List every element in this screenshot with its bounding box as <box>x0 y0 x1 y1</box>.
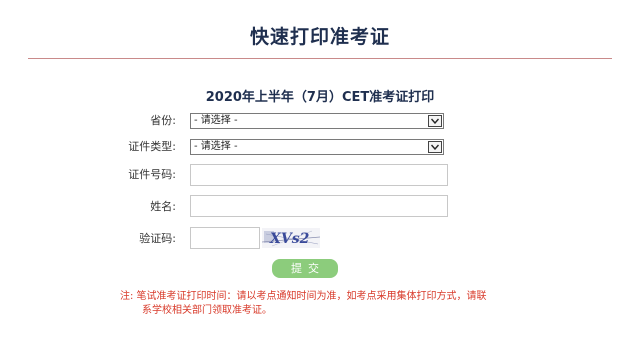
province-label: 省份: <box>150 114 176 127</box>
title-divider <box>28 58 612 59</box>
id-number-input[interactable] <box>190 164 448 186</box>
chevron-down-icon <box>428 115 442 127</box>
print-time-note: 注: 笔试准考证打印时间：请以考点通知时间为准，如考点采用集体打印方式，请联 系… <box>120 290 520 318</box>
note-line-1: 注: 笔试准考证打印时间：请以考点通知时间为准，如考点采用集体打印方式，请联 <box>120 291 487 302</box>
name-label: 姓名: <box>150 200 176 213</box>
province-select[interactable]: - 请选择 - <box>190 113 444 129</box>
captcha-label: 验证码: <box>139 232 176 245</box>
name-input[interactable] <box>190 195 448 217</box>
captcha-text: XVs2 <box>269 231 310 247</box>
id-number-label: 证件号码: <box>128 168 176 181</box>
captcha-image[interactable]: XVs2 <box>261 228 321 248</box>
note-line-2: 系学校相关部门领取准考证。 <box>142 305 272 316</box>
captcha-input[interactable] <box>190 227 260 249</box>
form-title: 2020年上半年（7月）CET准考证打印 <box>205 90 435 105</box>
id-type-select-value: - 请选择 - <box>194 141 238 152</box>
province-select-value: - 请选择 - <box>194 115 238 126</box>
print-admission-page: 快速打印准考证 2020年上半年（7月）CET准考证打印 省份: - 请选择 -… <box>0 0 640 353</box>
submit-button[interactable]: 提交 <box>272 259 338 278</box>
id-type-label: 证件类型: <box>128 140 176 153</box>
id-type-select[interactable]: - 请选择 - <box>190 139 444 155</box>
chevron-down-icon <box>428 141 442 153</box>
page-title: 快速打印准考证 <box>249 26 390 48</box>
